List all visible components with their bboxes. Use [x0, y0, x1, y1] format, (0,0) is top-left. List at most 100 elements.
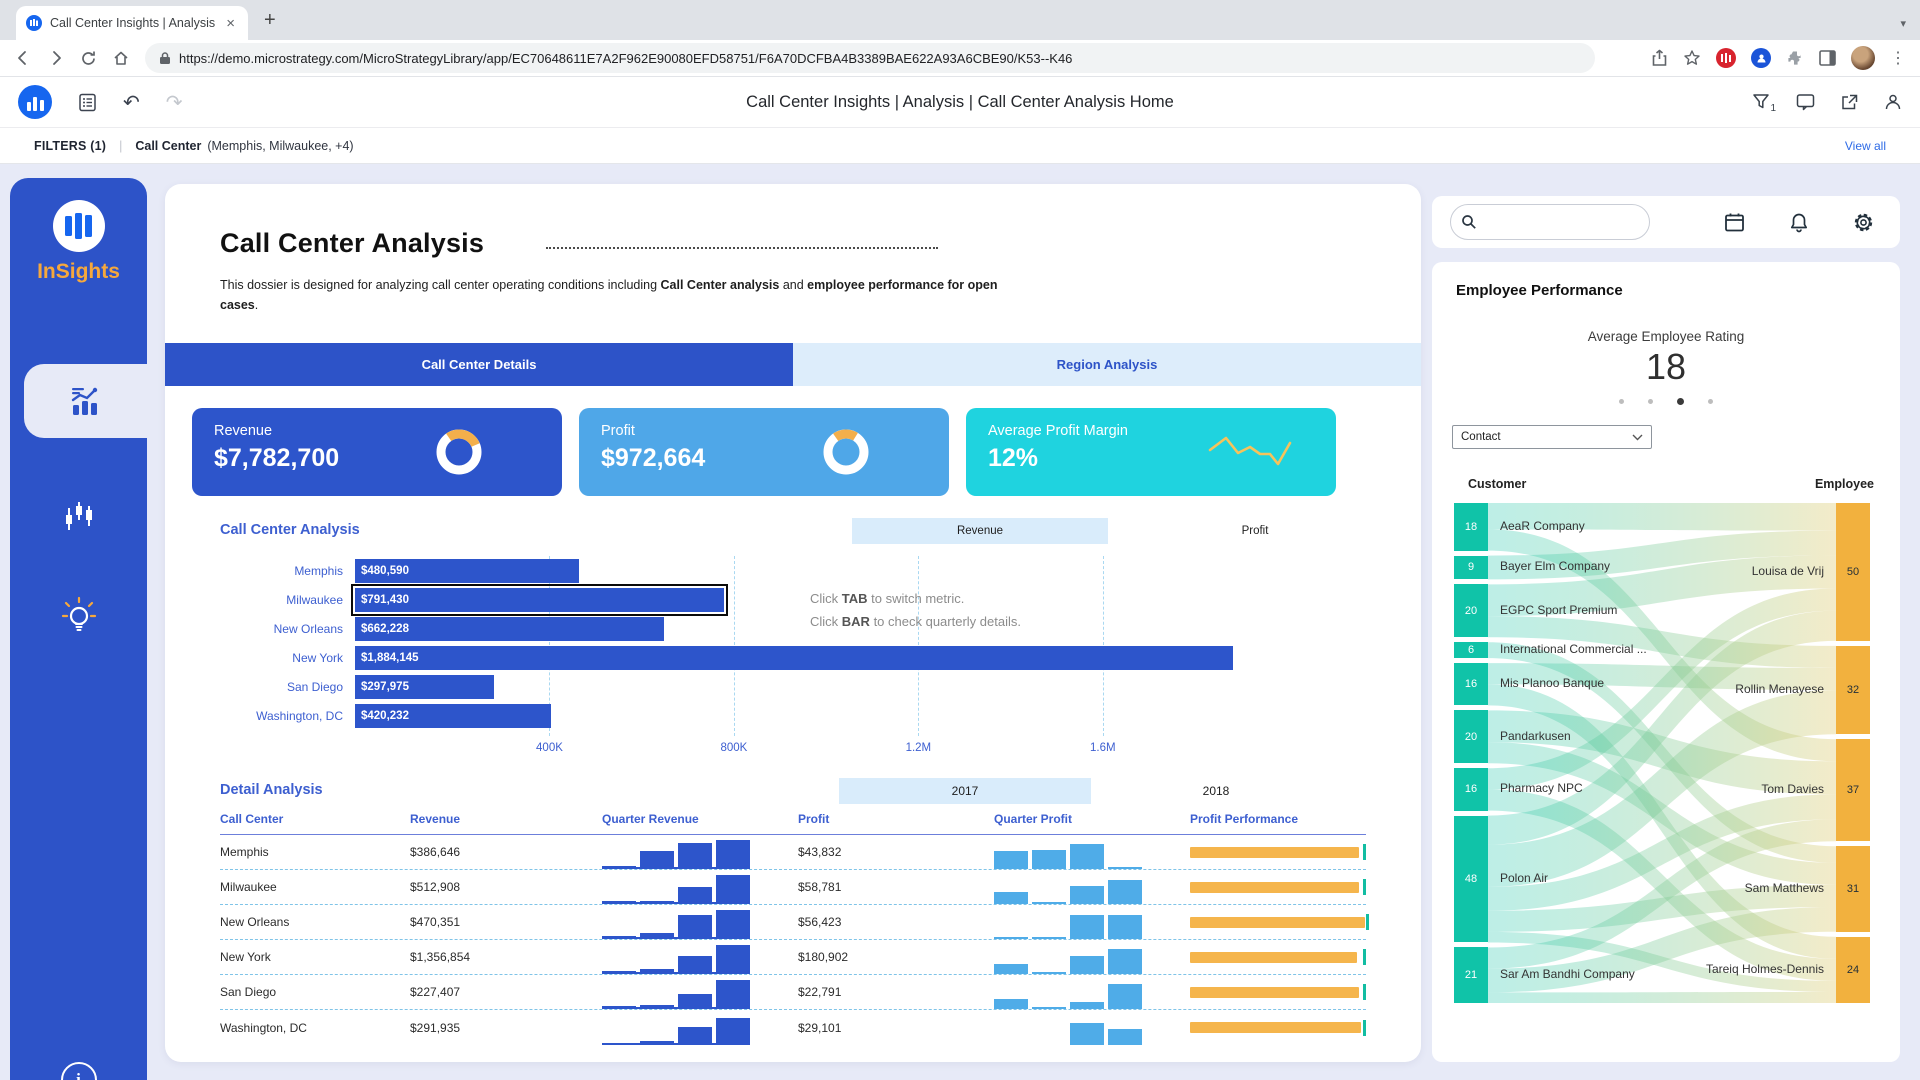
- bullet-bar: [1190, 987, 1359, 998]
- page-dot-3[interactable]: [1677, 398, 1684, 405]
- cell-profit: $29,101: [798, 1021, 994, 1035]
- x-tick-label: 800K: [720, 742, 747, 754]
- bar-washington-dc[interactable]: $420,232: [355, 704, 551, 728]
- extensions-puzzle-icon[interactable]: [1786, 49, 1804, 67]
- cell-revenue: $227,407: [410, 985, 602, 999]
- microstrategy-logo[interactable]: [18, 85, 52, 119]
- bar-san-diego[interactable]: $297,975: [355, 675, 494, 699]
- bar-zone: $480,590: [355, 556, 1338, 585]
- customer-label: Sar Am Bandhi Company: [1500, 967, 1635, 981]
- account-icon[interactable]: [1884, 93, 1902, 111]
- comment-icon[interactable]: [1796, 93, 1815, 111]
- filter-icon[interactable]: 1: [1752, 93, 1771, 111]
- lock-icon: [159, 51, 171, 65]
- sidebar-item-dashboard[interactable]: [24, 364, 147, 438]
- customer-label: International Commercial ...: [1500, 642, 1647, 656]
- table-of-contents-icon[interactable]: [78, 93, 97, 112]
- profile-avatar[interactable]: [1851, 46, 1875, 70]
- bar-new-york[interactable]: $1,884,145: [355, 646, 1233, 670]
- column-header: Revenue: [410, 812, 602, 826]
- cell-call-center: San Diego: [220, 985, 410, 999]
- column-header: Profit Performance: [1190, 812, 1366, 826]
- browser-tab[interactable]: Call Center Insights | Analysis | ×: [16, 6, 248, 40]
- cell-call-center: New Orleans: [220, 915, 410, 929]
- workspace: InSights i Call Center Analysis This dos…: [0, 164, 1920, 1080]
- side-panel-icon[interactable]: [1819, 50, 1836, 66]
- candlestick-icon: [63, 500, 95, 534]
- browser-menu-icon[interactable]: ⋮: [1890, 48, 1906, 68]
- app-toolbar: ↶ ↷ Call Center Insights | Analysis | Ca…: [0, 77, 1920, 128]
- browser-url-bar: https://demo.microstrategy.com/MicroStra…: [0, 40, 1920, 77]
- legend-revenue[interactable]: Revenue: [852, 518, 1108, 544]
- customer-label: Polon Air: [1500, 871, 1548, 885]
- bullet-target-tick: [1363, 879, 1366, 895]
- sidebar-item-boxplot[interactable]: [10, 500, 147, 534]
- contact-dropdown[interactable]: Contact: [1452, 425, 1652, 449]
- average-rating-label: Average Employee Rating: [1432, 329, 1900, 344]
- kpi-card-1[interactable]: Revenue$7,782,700: [192, 408, 562, 496]
- forward-icon[interactable]: [47, 49, 65, 67]
- settings-gear-icon[interactable]: [1853, 212, 1874, 233]
- home-icon[interactable]: [112, 49, 130, 67]
- search-icon: [1461, 214, 1477, 230]
- insights-logo[interactable]: [53, 200, 105, 252]
- reload-icon[interactable]: [80, 50, 97, 67]
- employee-label: Louisa de Vrij: [1752, 564, 1824, 578]
- sankey-chart: 18AeaR Company9Bayer Elm Company20EGPC S…: [1454, 503, 1870, 1003]
- quarter-revenue-bars: [602, 979, 750, 1009]
- bar-milwaukee[interactable]: $791,430: [355, 588, 724, 612]
- filter-name[interactable]: Call Center: [135, 139, 201, 153]
- filter-badge: 1: [1770, 103, 1776, 114]
- kpi-card-2[interactable]: Profit$972,664: [579, 408, 949, 496]
- info-button[interactable]: i: [61, 1062, 97, 1080]
- dossier-description: This dossier is designed for analyzing c…: [220, 275, 1020, 315]
- legend-profit[interactable]: Profit: [1175, 518, 1335, 544]
- bullet-bar: [1190, 882, 1359, 893]
- year-tab-2018[interactable]: 2018: [1136, 778, 1296, 804]
- kpi-label: Profit: [601, 423, 927, 439]
- view-all-link[interactable]: View all: [1845, 139, 1886, 153]
- page-dot-4[interactable]: [1708, 399, 1713, 404]
- bar-category-label: Memphis: [220, 564, 355, 578]
- detail-table-section: Detail Analysis 2017 2018 Call CenterRev…: [220, 782, 1366, 1045]
- employee-label: Tom Davies: [1761, 782, 1824, 796]
- redo-icon[interactable]: ↷: [166, 90, 183, 115]
- search-input[interactable]: [1450, 204, 1650, 240]
- profit-performance-bullet: [1190, 879, 1370, 895]
- bullet-bar: [1190, 917, 1365, 928]
- x-tick-label: 1.2M: [906, 742, 932, 754]
- page-dot-2[interactable]: [1648, 399, 1653, 404]
- kpi-card-3[interactable]: Average Profit Margin12%: [966, 408, 1336, 496]
- page-dot-1[interactable]: [1619, 399, 1624, 404]
- bar-new-orleans[interactable]: $662,228: [355, 617, 664, 641]
- tab-region-analysis[interactable]: Region Analysis: [793, 343, 1421, 386]
- tab-close-icon[interactable]: ×: [223, 15, 238, 32]
- notifications-bell-icon[interactable]: [1789, 212, 1809, 233]
- extension-account-icon[interactable]: [1751, 48, 1771, 68]
- bookmark-star-icon[interactable]: [1683, 49, 1701, 67]
- bar-memphis[interactable]: $480,590: [355, 559, 579, 583]
- customer-label: EGPC Sport Premium: [1500, 603, 1617, 617]
- cell-profit: $56,423: [798, 915, 994, 929]
- right-toolbar-card: [1432, 196, 1900, 248]
- share-page-icon[interactable]: [1651, 49, 1668, 67]
- tab-call-center-details[interactable]: Call Center Details: [165, 343, 793, 386]
- cell-profit: $22,791: [798, 985, 994, 999]
- column-header: Call Center: [220, 812, 410, 826]
- tab-search-chevron-icon[interactable]: ▾: [1900, 17, 1906, 30]
- undo-icon[interactable]: ↶: [123, 90, 140, 115]
- extension-microstrategy-icon[interactable]: [1716, 48, 1736, 68]
- chart-instructions: Click TAB to switch metric.Click BAR to …: [810, 588, 1021, 634]
- sidebar-item-insights[interactable]: [10, 596, 147, 634]
- year-tab-2017[interactable]: 2017: [839, 778, 1091, 804]
- bar-row-washington-dc: Washington, DC$420,232: [220, 701, 1366, 730]
- table-header-row: Call CenterRevenueQuarter RevenueProfitQ…: [220, 812, 1366, 835]
- new-tab-button[interactable]: +: [264, 9, 276, 32]
- share-icon[interactable]: [1840, 93, 1859, 111]
- back-icon[interactable]: [14, 49, 32, 67]
- calendar-icon[interactable]: [1724, 212, 1745, 233]
- column-header: Quarter Revenue: [602, 812, 798, 826]
- url-field[interactable]: https://demo.microstrategy.com/MicroStra…: [145, 43, 1595, 73]
- customer-node: 9: [1454, 556, 1488, 580]
- x-tick-label: 1.6M: [1090, 742, 1116, 754]
